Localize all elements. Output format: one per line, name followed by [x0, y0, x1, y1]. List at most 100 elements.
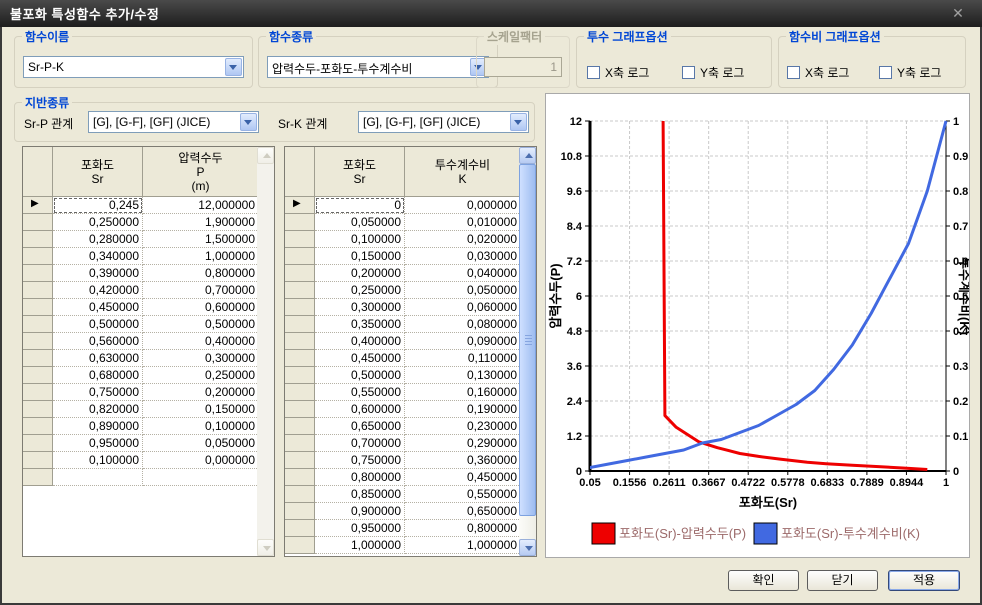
row-header-cell[interactable]	[23, 214, 53, 231]
table-row[interactable]: 0,2000000,040000	[285, 265, 521, 282]
row-header-cell[interactable]	[23, 299, 53, 316]
table-cell[interactable]: 12,000000	[143, 197, 259, 214]
row-header-cell[interactable]	[285, 231, 315, 248]
table-row[interactable]: 0,1500000,030000	[285, 248, 521, 265]
table-cell[interactable]: 0,450000	[53, 299, 143, 316]
table-row[interactable]: 1,0000001,000000	[285, 537, 521, 554]
scroll-down-button[interactable]	[257, 539, 274, 556]
row-header-cell[interactable]	[285, 503, 315, 520]
table-cell[interactable]: 1,000000	[315, 537, 405, 554]
function-type-combo[interactable]: 압력수두-포화도-투수계수비	[267, 56, 489, 78]
srp-table-scrollbar[interactable]	[257, 147, 274, 556]
row-header-cell[interactable]	[285, 350, 315, 367]
row-header-cell[interactable]: ▶	[285, 197, 315, 214]
table-cell[interactable]: 1,900000	[143, 214, 259, 231]
row-header-cell[interactable]	[285, 435, 315, 452]
table-cell[interactable]: 0,150000	[143, 401, 259, 418]
table-cell[interactable]: 0,100000	[53, 452, 143, 469]
function-name-combo-button[interactable]	[225, 58, 242, 76]
table-row[interactable]: ▶00,000000	[285, 197, 521, 214]
table-cell[interactable]: 0,190000	[405, 401, 521, 418]
table-row[interactable]: 0,9500000,800000	[285, 520, 521, 537]
row-header-cell[interactable]	[23, 452, 53, 469]
table-cell[interactable]: 0,300000	[315, 299, 405, 316]
table-cell[interactable]: 0,300000	[143, 350, 259, 367]
row-header-cell[interactable]	[23, 333, 53, 350]
table-cell[interactable]: 0,250000	[315, 282, 405, 299]
table-row[interactable]: 0,5600000,400000	[23, 333, 259, 350]
row-header-cell[interactable]	[23, 248, 53, 265]
table-cell[interactable]: 0,250000	[143, 367, 259, 384]
table-cell[interactable]: 0,150000	[315, 248, 405, 265]
table-row[interactable]: 0,3000000,060000	[285, 299, 521, 316]
scrollbar-thumb[interactable]	[519, 164, 536, 516]
srk-relation-combo[interactable]: [G], [G-F], [GF] (JICE)	[358, 111, 529, 133]
table-row[interactable]: 0,8000000,450000	[285, 469, 521, 486]
table-cell[interactable]: 0,680000	[53, 367, 143, 384]
table-cell[interactable]: 0,280000	[53, 231, 143, 248]
table-cell[interactable]: 0,900000	[315, 503, 405, 520]
table-row[interactable]: 0,6800000,250000	[23, 367, 259, 384]
table-cell[interactable]: 0,450000	[315, 350, 405, 367]
table-cell[interactable]: 0,800000	[405, 520, 521, 537]
table-cell[interactable]	[143, 469, 259, 486]
table-row[interactable]: 0,6000000,190000	[285, 401, 521, 418]
table-cell[interactable]: 0,500000	[315, 367, 405, 384]
table-cell[interactable]: 1,500000	[143, 231, 259, 248]
table-cell[interactable]: 0,820000	[53, 401, 143, 418]
row-header-cell[interactable]	[285, 333, 315, 350]
table-cell[interactable]: 0,800000	[143, 265, 259, 282]
ratio-x-log-checkbox-row[interactable]: X축 로그	[787, 64, 849, 81]
table-cell[interactable]: 0,600000	[143, 299, 259, 316]
table-row[interactable]: 0,1000000,020000	[285, 231, 521, 248]
row-header-cell[interactable]	[23, 350, 53, 367]
table-row[interactable]: 0,2800001,500000	[23, 231, 259, 248]
table-row[interactable]: 0,7000000,290000	[285, 435, 521, 452]
table-row[interactable]: 0,6500000,230000	[285, 418, 521, 435]
table-row[interactable]: 0,4000000,090000	[285, 333, 521, 350]
table-cell[interactable]: 0,400000	[143, 333, 259, 350]
table-cell[interactable]: 0,250000	[53, 214, 143, 231]
table-cell[interactable]: 0,230000	[405, 418, 521, 435]
row-header-cell[interactable]	[23, 384, 53, 401]
scroll-up-button[interactable]	[519, 147, 536, 164]
table-cell[interactable]: 0,100000	[315, 231, 405, 248]
table-cell[interactable]: 0,060000	[405, 299, 521, 316]
table-row[interactable]: 0,9000000,650000	[285, 503, 521, 520]
row-header-cell[interactable]	[23, 367, 53, 384]
table-cell[interactable]: 0,400000	[315, 333, 405, 350]
row-header-cell[interactable]	[285, 486, 315, 503]
table-cell[interactable]	[53, 469, 143, 486]
row-header-cell[interactable]	[23, 401, 53, 418]
srp-relation-combo-button[interactable]	[240, 113, 257, 131]
table-cell[interactable]: 0,020000	[405, 231, 521, 248]
row-header-cell[interactable]	[285, 367, 315, 384]
table-row[interactable]: 0,8500000,550000	[285, 486, 521, 503]
table-row[interactable]: 0,5500000,160000	[285, 384, 521, 401]
table-cell[interactable]: 0,750000	[53, 384, 143, 401]
table-cell[interactable]: 0,090000	[405, 333, 521, 350]
row-header-cell[interactable]	[23, 231, 53, 248]
apply-button[interactable]: 적용	[888, 570, 960, 591]
row-header-cell[interactable]	[285, 265, 315, 282]
ok-button[interactable]: 확인	[728, 570, 799, 591]
table-cell[interactable]: 1,000000	[143, 248, 259, 265]
table-row[interactable]: 0,6300000,300000	[23, 350, 259, 367]
table-row[interactable]	[23, 469, 259, 486]
row-header-cell[interactable]	[285, 418, 315, 435]
table-cell[interactable]: 0,550000	[315, 384, 405, 401]
checkbox-icon[interactable]	[682, 66, 695, 79]
table-cell[interactable]: 0,700000	[143, 282, 259, 299]
close-button[interactable]: 닫기	[807, 570, 878, 591]
table-cell[interactable]: 0,040000	[405, 265, 521, 282]
table-cell[interactable]: 0,950000	[53, 435, 143, 452]
table-row[interactable]: ▶0,24512,000000	[23, 197, 259, 214]
table-cell[interactable]: 0,420000	[53, 282, 143, 299]
table-row[interactable]: 0,4500000,110000	[285, 350, 521, 367]
table-cell[interactable]: 0,500000	[143, 316, 259, 333]
table-row[interactable]: 0,4500000,600000	[23, 299, 259, 316]
row-header-cell[interactable]	[23, 435, 53, 452]
row-header-cell[interactable]	[285, 384, 315, 401]
table-cell[interactable]: 0	[315, 197, 405, 214]
table-cell[interactable]: 0,500000	[53, 316, 143, 333]
